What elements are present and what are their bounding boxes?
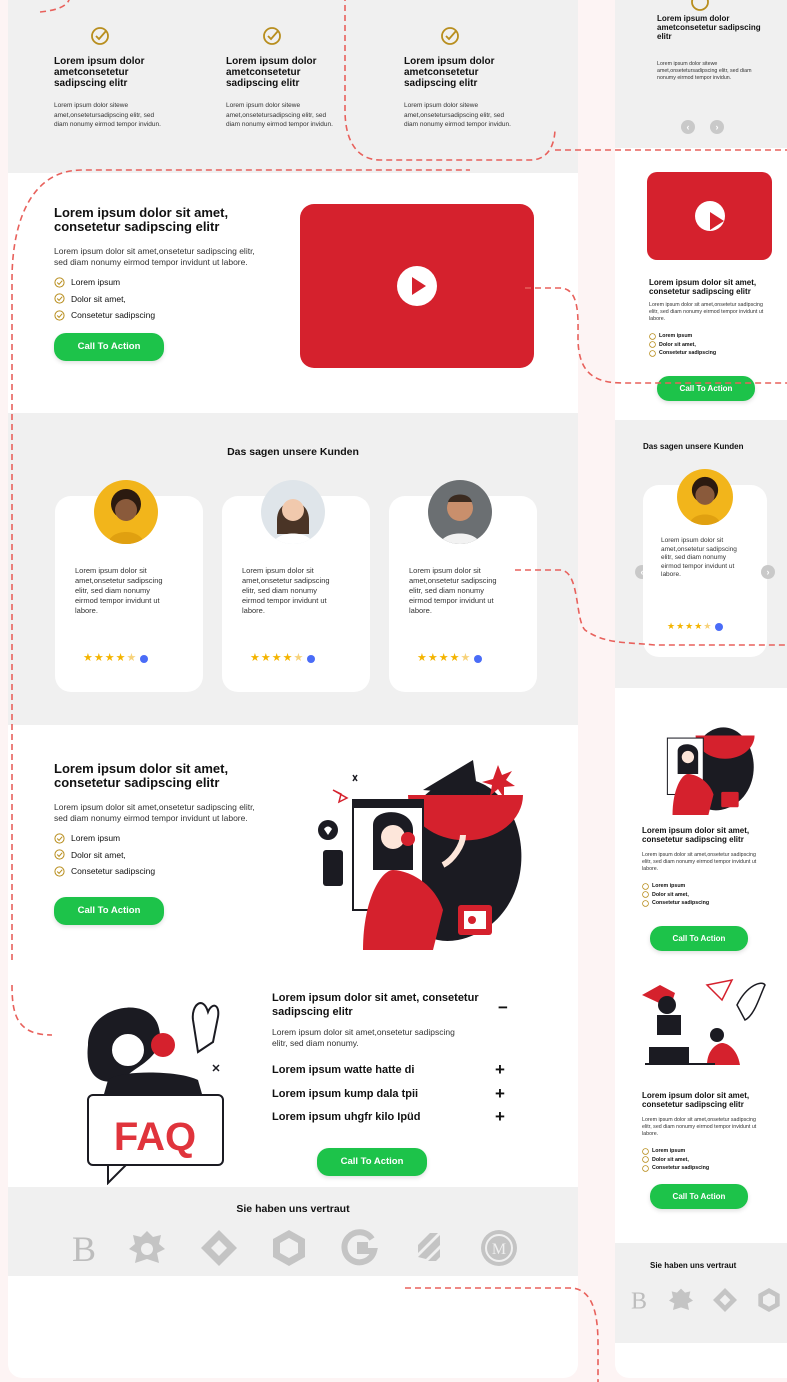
flow-connector-lines: [11, 0, 787, 1382]
